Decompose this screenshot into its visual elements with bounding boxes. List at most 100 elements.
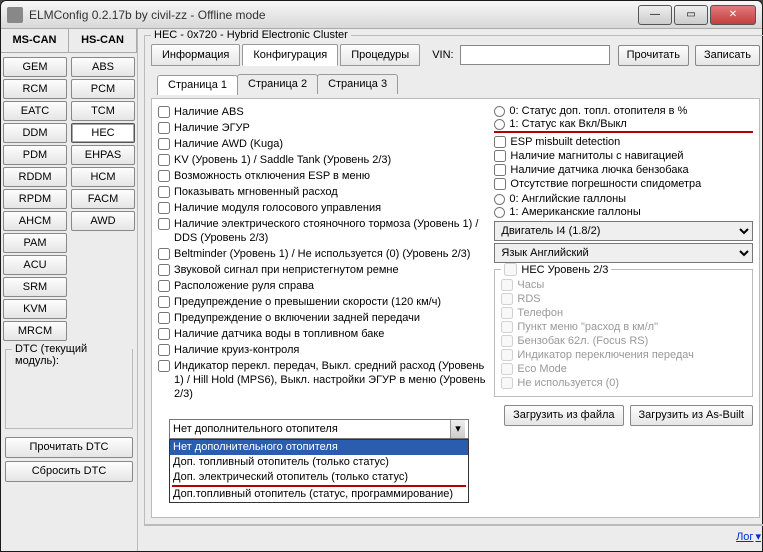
radio-uk-gallons[interactable] [494,194,505,205]
config-check-6[interactable]: Наличие модуля голосового управления [158,201,488,215]
config-checkbox-2[interactable] [158,138,170,150]
heater-option-0[interactable]: Нет дополнительного отопителя [170,440,468,455]
module-ddm[interactable]: DDM [3,123,67,143]
module-rddm[interactable]: RDDM [3,167,67,187]
config-check-14[interactable]: Наличие круиз-контроля [158,343,488,357]
config-checkbox-9[interactable] [158,264,170,276]
config-checkbox-6[interactable] [158,202,170,214]
hec23-check-4: Бензобак 62л. (Focus RS) [501,334,746,348]
reset-dtc-button[interactable]: Сбросить DTC [5,461,133,482]
right-check-2[interactable]: Наличие датчика лючка бензобака [494,163,753,177]
page-tab-3[interactable]: Страница 3 [317,74,398,94]
module-abs[interactable]: ABS [71,57,135,77]
load-from-asbuilt-button[interactable]: Загрузить из As-Built [630,405,753,426]
dtc-group: DTC (текущий модуль): [5,349,133,429]
module-ahcm[interactable]: AHCM [3,211,67,231]
config-check-0[interactable]: Наличие ABS [158,105,488,119]
module-srm[interactable]: SRM [3,277,67,297]
module-facm[interactable]: FACM [71,189,135,209]
config-check-15[interactable]: Индикатор перекл. передач, Выкл. средний… [158,359,488,401]
config-checkbox-14[interactable] [158,344,170,356]
config-check-12[interactable]: Предупреждение о включении задней переда… [158,311,488,325]
radio-heater-onoff[interactable] [494,119,505,130]
heater-option-3[interactable]: Доп.топливный отопитель (статус, програм… [170,487,468,502]
right-checkbox-2[interactable] [494,164,506,176]
write-button[interactable]: Записать [695,45,760,66]
config-check-10[interactable]: Расположение руля справа [158,279,488,293]
heater-dropdown[interactable]: Нет дополнительного отопителя ▾ Нет допо… [169,419,469,503]
module-pcm[interactable]: PCM [71,79,135,99]
config-check-5[interactable]: Показывать мгновенный расход [158,185,488,199]
config-check-8[interactable]: Beltminder (Уровень 1) / Не используется… [158,247,488,261]
module-hcm[interactable]: HCM [71,167,135,187]
read-dtc-button[interactable]: Прочитать DTC [5,437,133,458]
config-checkbox-8[interactable] [158,248,170,260]
radio-heater-pct[interactable] [494,106,505,117]
tab-config[interactable]: Конфигурация [242,44,338,66]
tab-proc[interactable]: Процедуры [340,44,420,66]
maximize-button[interactable]: ▭ [674,5,708,25]
app-window: ELMConfig 0.2.17b by civil-zz - Offline … [0,0,763,552]
module-pam[interactable]: PAM [3,233,67,253]
config-check-4[interactable]: Возможность отключения ESP в меню [158,169,488,183]
right-checkbox-0[interactable] [494,136,506,148]
module-tcm[interactable]: TCM [71,101,135,121]
module-eatc[interactable]: EATC [3,101,67,121]
module-rpdm[interactable]: RPDM [3,189,67,209]
config-checkbox-11[interactable] [158,296,170,308]
engine-select[interactable]: Двигатель I4 (1.8/2) [494,221,753,241]
config-check-1[interactable]: Наличие ЭГУР [158,121,488,135]
config-checkbox-10[interactable] [158,280,170,292]
config-checkbox-1[interactable] [158,122,170,134]
config-check-11[interactable]: Предупреждение о превышении скорости (12… [158,295,488,309]
tab-info[interactable]: Информация [151,44,240,66]
config-check-3[interactable]: KV (Уровень 1) / Saddle Tank (Уровень 2/… [158,153,488,167]
heater-dropdown-list: Нет дополнительного отопителя Доп. топли… [169,439,469,503]
module-awd[interactable]: AWD [71,211,135,231]
read-button[interactable]: Прочитать [618,45,689,66]
log-link[interactable]: Лог ▾ [736,528,761,545]
language-select[interactable]: Язык Английский [494,243,753,263]
right-checkbox-1[interactable] [494,150,506,162]
config-checkbox-3[interactable] [158,154,170,166]
load-from-file-button[interactable]: Загрузить из файла [504,405,623,426]
config-checkbox-13[interactable] [158,328,170,340]
close-button[interactable]: ✕ [710,5,756,25]
hec23-checkbox-7 [501,377,513,389]
config-check-2[interactable]: Наличие AWD (Kuga) [158,137,488,151]
gallons-radio-group: 0: Английские галлоны 1: Американские га… [494,193,753,219]
hec23-checkbox-6 [501,363,513,375]
config-checkbox-4[interactable] [158,170,170,182]
module-ehpas[interactable]: EHPAS [71,145,135,165]
config-checkbox-5[interactable] [158,186,170,198]
module-gem[interactable]: GEM [3,57,67,77]
hec23-toggle[interactable] [504,263,517,276]
right-check-0[interactable]: ESP misbuilt detection [494,135,753,149]
page-tab-2[interactable]: Страница 2 [237,74,318,94]
radio-us-gallons[interactable] [494,207,505,218]
right-check-1[interactable]: Наличие магнитолы с навигацией [494,149,753,163]
minimize-button[interactable]: — [638,5,672,25]
config-checkbox-7[interactable] [158,218,170,230]
module-kvm[interactable]: KVM [3,299,67,319]
config-checkbox-15[interactable] [158,360,170,372]
chevron-down-icon[interactable]: ▾ [450,420,465,438]
page-tab-1[interactable]: Страница 1 [157,75,238,95]
config-checkbox-12[interactable] [158,312,170,324]
module-rcm[interactable]: RCM [3,79,67,99]
config-check-9[interactable]: Звуковой сигнал при непристегнутом ремне [158,263,488,277]
config-check-13[interactable]: Наличие датчика воды в топливном баке [158,327,488,341]
config-checkbox-0[interactable] [158,106,170,118]
right-checkbox-3[interactable] [494,178,506,190]
heater-option-2[interactable]: Доп. электрический отопитель (только ста… [170,470,468,485]
heater-option-1[interactable]: Доп. топливный отопитель (только статус) [170,455,468,470]
right-check-3[interactable]: Отсутствие погрешности спидометра [494,177,753,191]
module-mrcm[interactable]: MRCM [3,321,67,341]
bus-tab-ms-can[interactable]: MS-CAN [1,29,69,52]
config-check-7[interactable]: Наличие электрического стояночного тормо… [158,217,488,245]
module-pdm[interactable]: PDM [3,145,67,165]
vin-input[interactable] [460,45,610,65]
module-acu[interactable]: ACU [3,255,67,275]
module-hec[interactable]: HEC [71,123,135,143]
bus-tab-hs-can[interactable]: HS-CAN [69,29,137,52]
